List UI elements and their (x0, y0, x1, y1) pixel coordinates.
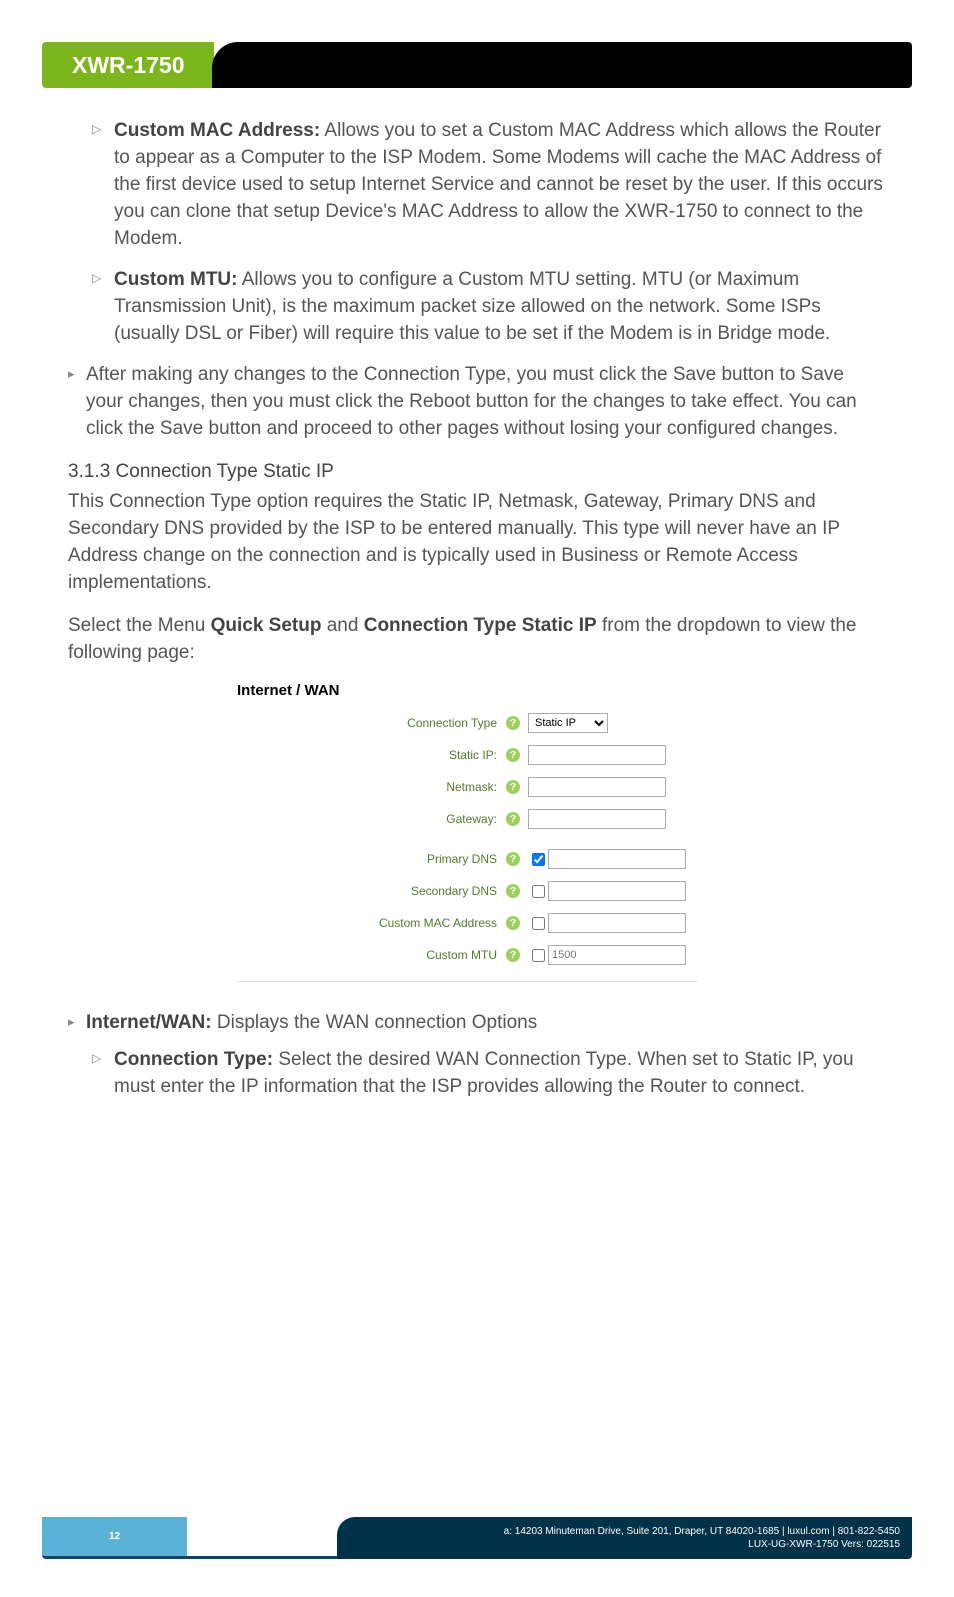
secondary-dns-input[interactable] (548, 881, 686, 901)
label-internet-wan: Internet/WAN: (86, 1012, 212, 1033)
text-after-changes: After making any changes to the Connecti… (86, 364, 857, 439)
section-para2: Select the Menu Quick Setup and Connecti… (68, 613, 886, 667)
label-connection-type: Connection Type (237, 716, 503, 730)
help-icon[interactable]: ? (506, 812, 520, 826)
page-number: 12 (42, 1517, 187, 1559)
primary-dns-checkbox[interactable] (532, 853, 545, 866)
p2c: and (321, 615, 363, 636)
help-icon[interactable]: ? (506, 884, 520, 898)
p2a: Select the Menu (68, 615, 211, 636)
row-custom-mac: Custom MAC Address ? (237, 907, 717, 939)
label-custom-mtu: Custom MTU: (114, 269, 237, 290)
netmask-input[interactable] (528, 777, 666, 797)
p2d: Connection Type Static IP (364, 615, 597, 636)
footer-info: a: 14203 Minuteman Drive, Suite 201, Dra… (337, 1517, 912, 1559)
p2b: Quick Setup (211, 615, 322, 636)
gateway-input[interactable] (528, 809, 666, 829)
bullet-custom-mac: Custom MAC Address: Allows you to set a … (86, 118, 886, 253)
section-heading: 3.1.3 Connection Type Static IP (68, 461, 886, 483)
row-static-ip: Static IP: ? (237, 739, 717, 771)
panel-title: Internet / WAN (237, 682, 717, 699)
section-para1: This Connection Type option requires the… (68, 489, 886, 597)
row-custom-mtu: Custom MTU ? (237, 939, 717, 971)
connection-type-select[interactable]: Static IP (528, 713, 608, 733)
header-black-bar (212, 42, 912, 88)
label-primary-dns: Primary DNS (237, 852, 503, 866)
label-custom-mac-field: Custom MAC Address (237, 916, 503, 930)
row-gateway: Gateway: ? (237, 803, 717, 835)
footer-address: a: 14203 Minuteman Drive, Suite 201, Dra… (504, 1525, 900, 1539)
label-secondary-dns: Secondary DNS (237, 884, 503, 898)
row-secondary-dns: Secondary DNS ? (237, 875, 717, 907)
page-footer: 12 a: 14203 Minuteman Drive, Suite 201, … (42, 1517, 912, 1559)
secondary-dns-checkbox[interactable] (532, 885, 545, 898)
help-icon[interactable]: ? (506, 716, 520, 730)
custom-mac-checkbox[interactable] (532, 917, 545, 930)
custom-mtu-input[interactable] (548, 945, 686, 965)
bullet-custom-mtu: Custom MTU: Allows you to configure a Cu… (86, 267, 886, 348)
page-header: XWR-1750 (42, 42, 912, 88)
label-custom-mac: Custom MAC Address: (114, 120, 320, 141)
static-ip-input[interactable] (528, 745, 666, 765)
model-title: XWR-1750 (72, 52, 184, 79)
custom-mtu-checkbox[interactable] (532, 949, 545, 962)
label-gateway: Gateway: (237, 812, 503, 826)
label-static-ip: Static IP: (237, 748, 503, 762)
header-model-badge: XWR-1750 (42, 42, 214, 88)
text-internet-wan: Displays the WAN connection Options (212, 1012, 538, 1033)
help-icon[interactable]: ? (506, 852, 520, 866)
primary-dns-input[interactable] (548, 849, 686, 869)
label-custom-mtu-field: Custom MTU (237, 948, 503, 962)
help-icon[interactable]: ? (506, 916, 520, 930)
settings-panel: Internet / WAN Connection Type ? Static … (237, 682, 717, 982)
row-primary-dns: Primary DNS ? (237, 843, 717, 875)
help-icon[interactable]: ? (506, 948, 520, 962)
help-icon[interactable]: ? (506, 780, 520, 794)
bullet-connection-type: Connection Type: Select the desired WAN … (86, 1047, 886, 1101)
row-connection-type: Connection Type ? Static IP (237, 707, 717, 739)
footer-doc: LUX-UG-XWR-1750 Vers: 022515 (748, 1538, 900, 1552)
row-netmask: Netmask: ? (237, 771, 717, 803)
bullet-internet-wan: Internet/WAN: Displays the WAN connectio… (68, 1010, 886, 1101)
bullet-after-changes: After making any changes to the Connecti… (68, 362, 886, 443)
label-netmask: Netmask: (237, 780, 503, 794)
main-content: Custom MAC Address: Allows you to set a … (0, 118, 954, 1101)
help-icon[interactable]: ? (506, 748, 520, 762)
footer-gap (187, 1517, 337, 1559)
panel-divider (237, 981, 697, 982)
custom-mac-input[interactable] (548, 913, 686, 933)
label-connection-type-desc: Connection Type: (114, 1049, 273, 1070)
